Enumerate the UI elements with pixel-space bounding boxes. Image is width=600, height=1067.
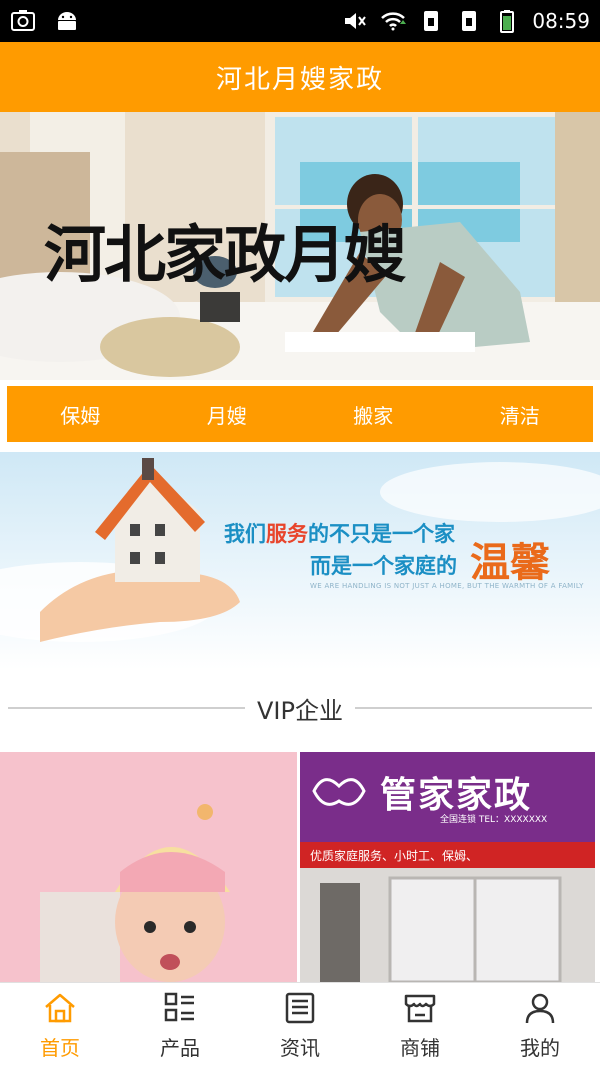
tab-label: 商铺 <box>400 1035 440 1060</box>
promo-line-2: 而是一个家庭的 <box>310 554 457 578</box>
wifi-icon <box>381 12 407 31</box>
bottom-tab-bar: 首页 产品 资讯 商铺 我的 <box>0 982 600 1067</box>
status-time: 08:59 <box>532 9 590 33</box>
category-label: 搬家 <box>353 403 394 428</box>
app-header: 河北月嫂家政 <box>0 42 600 112</box>
hero-banner[interactable]: 河北家政月嫂 <box>0 112 600 380</box>
category-label: 保姆 <box>60 403 101 428</box>
category-cleaning[interactable]: 清洁 <box>447 386 594 442</box>
category-nanny[interactable]: 保姆 <box>7 386 154 442</box>
promo-subtitle: WE ARE HANDLING IS NOT JUST A HOME, BUT … <box>310 582 584 590</box>
tab-label: 资讯 <box>280 1035 320 1060</box>
vip-strip: 优质家庭服务、小时工、保姆、 <box>300 842 595 868</box>
tab-store[interactable]: 商铺 <box>360 983 480 1067</box>
home-icon <box>45 993 75 1022</box>
vip-sign-subtext: 全国连锁 TEL：XXXXXXX <box>440 815 548 825</box>
android-icon <box>58 12 76 30</box>
category-label: 月嫂 <box>206 403 247 428</box>
tab-news[interactable]: 资讯 <box>240 983 360 1067</box>
vip-card[interactable] <box>0 752 297 982</box>
tab-home[interactable]: 首页 <box>0 983 120 1067</box>
promo-line-1-prefix: 我们 <box>224 522 266 546</box>
tab-profile[interactable]: 我的 <box>480 983 600 1067</box>
store-icon <box>404 994 436 1022</box>
tab-label: 我的 <box>520 1035 560 1060</box>
grid-list-icon <box>164 992 194 1021</box>
promo-accent: 服务 <box>266 522 308 546</box>
promo-line-1: 我们服务的不只是一个家 <box>224 518 455 548</box>
category-maternity-nurse[interactable]: 月嫂 <box>154 386 301 442</box>
banner-headline: 河北家政月嫂 <box>44 218 406 291</box>
mute-icon <box>345 13 367 29</box>
page-title: 河北月嫂家政 <box>215 64 384 95</box>
status-bar: 08:59 <box>0 0 600 42</box>
vip-card-image <box>0 752 297 982</box>
section-header: VIP企业 <box>0 690 600 726</box>
sim2-icon <box>462 11 477 31</box>
tab-label: 首页 <box>40 1035 80 1060</box>
sim1-icon <box>424 11 439 31</box>
screenshot-icon <box>11 10 35 31</box>
vip-sign-text: 管家家政 <box>380 775 533 816</box>
vip-card[interactable]: 管家家政 全国连锁 TEL：XXXXXXX 优质家庭服务、小时工、保姆、 <box>300 752 595 982</box>
vip-grid: 管家家政 全国连锁 TEL：XXXXXXX 优质家庭服务、小时工、保姆、 <box>0 752 600 982</box>
news-icon <box>285 992 315 1023</box>
promo-warmth: 温馨 <box>470 539 550 586</box>
tab-label: 产品 <box>160 1035 200 1060</box>
battery-icon <box>500 10 515 33</box>
storefront-image <box>300 868 595 982</box>
section-title: VIP企业 <box>257 696 343 725</box>
category-label: 清洁 <box>499 403 540 428</box>
promo-line-1-suffix: 的不只是一个家 <box>308 522 455 546</box>
vip-strip-text: 优质家庭服务、小时工、保姆、 <box>310 849 479 863</box>
promo-banner[interactable]: 我们服务的不只是一个家 而是一个家庭的 温馨 WE ARE HANDLING I… <box>0 452 600 670</box>
logo-icon <box>312 778 366 806</box>
category-moving[interactable]: 搬家 <box>300 386 447 442</box>
category-nav: 保姆 月嫂 搬家 清洁 <box>7 386 593 442</box>
divider <box>354 707 592 709</box>
user-icon <box>525 993 555 1023</box>
vip-sign: 管家家政 全国连锁 TEL：XXXXXXX <box>300 752 595 842</box>
divider <box>8 707 246 709</box>
tab-products[interactable]: 产品 <box>120 983 240 1067</box>
